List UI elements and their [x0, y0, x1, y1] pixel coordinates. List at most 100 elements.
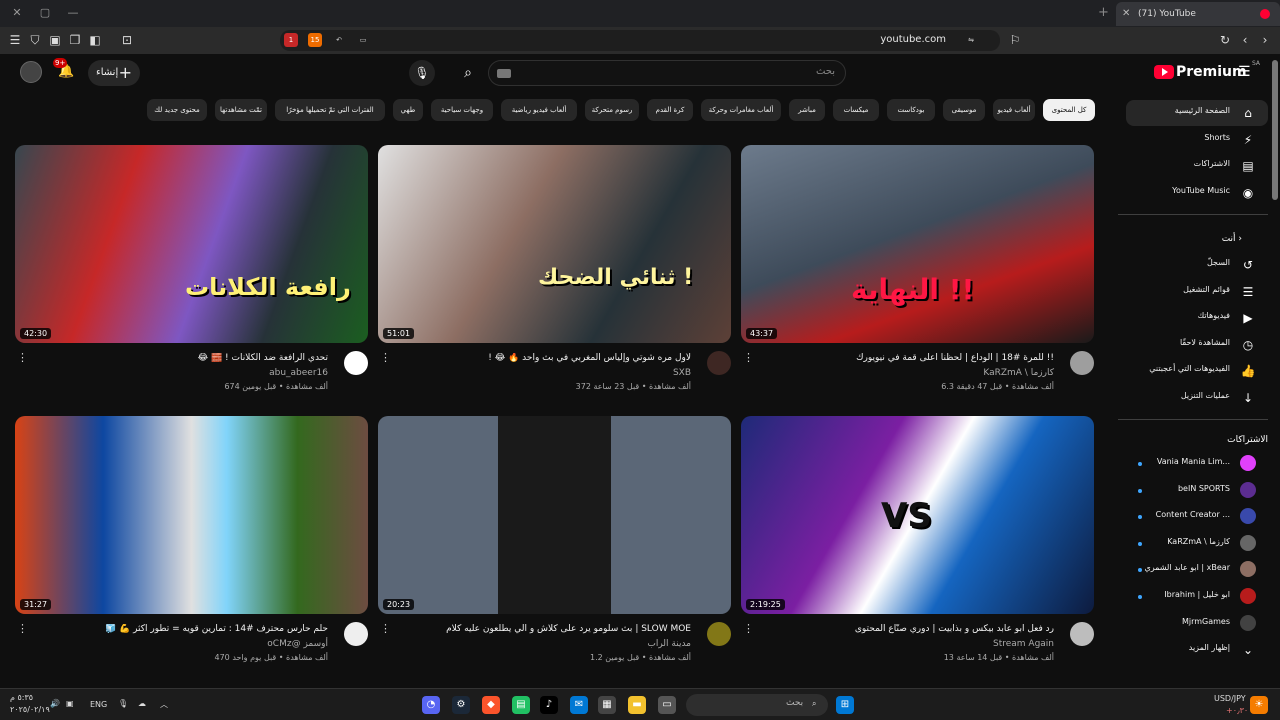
chip-13[interactable]: تمّت مشاهدتها: [215, 99, 267, 121]
chip-8[interactable]: رسوم متحركة: [585, 99, 639, 121]
channel-avatar[interactable]: [707, 351, 731, 375]
channel-name[interactable]: SXB: [673, 368, 691, 378]
video-title[interactable]: 🧊 💪 حلم حارس محترف #14 : تمارين قويه = ت…: [38, 624, 328, 634]
close-window-icon[interactable]: ✕: [10, 6, 24, 20]
refresh-icon[interactable]: ↻: [1218, 33, 1232, 47]
show-more-button[interactable]: ⌄ إظهار المزيد: [1126, 637, 1268, 663]
wallet-icon[interactable]: ▣: [48, 33, 62, 47]
notifications-button[interactable]: 🔔 9+: [53, 58, 74, 80]
back-icon[interactable]: ‹: [1238, 33, 1252, 47]
network-icon[interactable]: ▣: [66, 699, 74, 708]
extension-badge-1[interactable]: 1: [284, 33, 298, 47]
video-title[interactable]: ! 😂 🔥 لأول مره شوتي وإلياس المغربي في بث…: [401, 353, 691, 363]
discord-icon[interactable]: ◔: [422, 696, 440, 714]
clock-time[interactable]: ٥:٣٥ م: [10, 693, 33, 702]
channel-name[interactable]: KaRZmA \ كارزما: [983, 368, 1054, 378]
video-card[interactable]: رافعة الكلانات 42:30 😂 🧱 ! تحدي الرافعة ضد…: [15, 145, 368, 395]
video-menu-icon[interactable]: ⋮: [17, 622, 28, 635]
video-card[interactable]: 31:27 🧊 💪 حلم حارس محترف #14 : تمارين قوي…: [15, 416, 368, 666]
volume-icon[interactable]: 🔊: [50, 699, 60, 708]
chip-5[interactable]: مباشر: [789, 99, 825, 121]
sidebar-item-download[interactable]: ↓ عمليات التنزيل: [1126, 385, 1268, 411]
guide-menu-icon[interactable]: ☰: [1238, 64, 1254, 80]
browser-tab[interactable]: ✕ (71) YouTube: [1116, 2, 1280, 26]
create-button[interactable]: إنشاء +: [88, 60, 140, 86]
extension-badge-2[interactable]: 15: [308, 33, 322, 47]
subscription-item[interactable]: ابو عابد الشمري | xBear: [1126, 557, 1268, 583]
clock-date[interactable]: ٢٠٢٥/٠٢/١٩: [10, 705, 50, 714]
video-thumbnail[interactable]: ثنائي الضحك ! 51:01: [378, 145, 731, 343]
chip-0[interactable]: كل المحتوى: [1043, 99, 1095, 121]
channel-avatar[interactable]: [344, 351, 368, 375]
channel-name[interactable]: oCMz@ أوسمز: [267, 639, 328, 649]
bookmark-icon[interactable]: ⚐: [1008, 33, 1022, 47]
close-tab-icon[interactable]: ✕: [1122, 2, 1130, 26]
video-thumbnail[interactable]: VS 2:19:25: [741, 416, 1094, 614]
mic-tray-icon[interactable]: 🎙: [118, 699, 128, 708]
tabs-icon[interactable]: ❐: [68, 33, 82, 47]
account-avatar[interactable]: [20, 61, 42, 83]
app-icon[interactable]: ▤: [512, 696, 530, 714]
video-thumbnail[interactable]: 20:23: [378, 416, 731, 614]
subscription-item[interactable]: beIN SPORTS: [1126, 478, 1268, 504]
sidebar-item-your-videos[interactable]: ▶ فيديوهاتك: [1126, 305, 1268, 331]
video-menu-icon[interactable]: ⋮: [743, 622, 754, 635]
video-card[interactable]: النهاية !! 43:37 للمرة #18 | الوداع | لحظن…: [741, 145, 1094, 395]
sidebar-item-like[interactable]: 👍 الفيديوهات التي أعجبتني: [1126, 358, 1268, 384]
reload-page-icon[interactable]: ↶: [332, 33, 346, 47]
video-menu-icon[interactable]: ⋮: [743, 351, 754, 364]
chip-6[interactable]: ألعاب مغامرات وحركة: [701, 99, 781, 121]
channel-name[interactable]: Stream Again: [993, 639, 1054, 649]
tiktok-icon[interactable]: ♪: [540, 696, 558, 714]
maximize-window-icon[interactable]: ▢: [38, 6, 52, 20]
video-title[interactable]: للمرة #18 | الوداع | لحظنا اعلى قمة في ن…: [764, 353, 1054, 363]
video-menu-icon[interactable]: ⋮: [17, 351, 28, 364]
screenshot-icon[interactable]: ⊡: [120, 33, 134, 47]
voice-search-button[interactable]: 🎙: [409, 60, 435, 86]
video-menu-icon[interactable]: ⋮: [380, 351, 391, 364]
language-indicator[interactable]: ENG: [90, 700, 107, 709]
channel-name[interactable]: abu_abeer16: [269, 368, 328, 378]
subscription-item[interactable]: Ibrahim | ابو خليل: [1126, 584, 1268, 610]
chip-10[interactable]: وجهات سياحية: [431, 99, 493, 121]
page-scrollbar[interactable]: [1272, 60, 1278, 200]
chip-2[interactable]: موسيقى: [943, 99, 985, 121]
menu-icon[interactable]: ☰: [8, 33, 22, 47]
brave-icon[interactable]: ◆: [482, 696, 500, 714]
subscription-item[interactable]: Vania Mania Lim...: [1126, 451, 1268, 477]
sidebar-item-history[interactable]: ↺ السجلّ: [1126, 252, 1268, 278]
video-card[interactable]: ثنائي الضحك ! 51:01 ! 😂 🔥 لأول مره شوتي وإ…: [378, 145, 731, 395]
cast-icon[interactable]: ▭: [356, 33, 370, 47]
sidebar-toggle-icon[interactable]: ◧: [88, 33, 102, 47]
channel-avatar[interactable]: [707, 622, 731, 646]
video-card[interactable]: VS 2:19:25 رد فعل ابو عابد بيكس و بذابيت |…: [741, 416, 1094, 666]
outlook-icon[interactable]: ✉: [570, 696, 588, 714]
chip-3[interactable]: بودكاست: [887, 99, 935, 121]
subscription-item[interactable]: MjrmGames: [1126, 611, 1268, 637]
new-tab-icon[interactable]: +: [1098, 5, 1109, 20]
currency-pair[interactable]: USD/JPY: [1214, 694, 1246, 703]
sidebar-item-music[interactable]: ◉ YouTube Music: [1126, 180, 1268, 206]
search-button[interactable]: ⌕: [454, 60, 482, 86]
video-card[interactable]: 20:23 بث سلومو يرد على كلاش و الي يطلعون …: [378, 416, 731, 666]
chip-9[interactable]: ألعاب فيديو رياضية: [501, 99, 577, 121]
video-thumbnail[interactable]: 31:27: [15, 416, 368, 614]
search-input[interactable]: بحث: [488, 60, 846, 86]
channel-avatar[interactable]: [1070, 351, 1094, 375]
file-explorer-icon[interactable]: ▬: [628, 696, 646, 714]
video-title[interactable]: 😂 🧱 ! تحدي الرافعة ضد الكلانات: [38, 353, 328, 363]
subscription-item[interactable]: KaRZmA \ كارزما: [1126, 531, 1268, 557]
taskbar-search[interactable]: بحث ⌕: [686, 694, 828, 716]
chip-7[interactable]: كرة القدم: [647, 99, 693, 121]
sidebar-item-playlists[interactable]: ☰ قوائم التشغيل: [1126, 279, 1268, 305]
forward-icon[interactable]: ›: [1258, 33, 1272, 47]
weather-widget-icon[interactable]: ☀: [1250, 696, 1268, 714]
chip-4[interactable]: ميكسات: [833, 99, 879, 121]
video-title[interactable]: رد فعل ابو عابد بيكس و بذابيت | دوري صنّ…: [764, 624, 1054, 634]
chip-1[interactable]: ألعاب فيديو: [993, 99, 1035, 121]
channel-avatar[interactable]: [1070, 622, 1094, 646]
taskview-icon[interactable]: ▭: [658, 696, 676, 714]
onedrive-icon[interactable]: ☁: [138, 699, 146, 708]
keyboard-icon[interactable]: [497, 69, 511, 78]
video-thumbnail[interactable]: رافعة الكلانات 42:30: [15, 145, 368, 343]
